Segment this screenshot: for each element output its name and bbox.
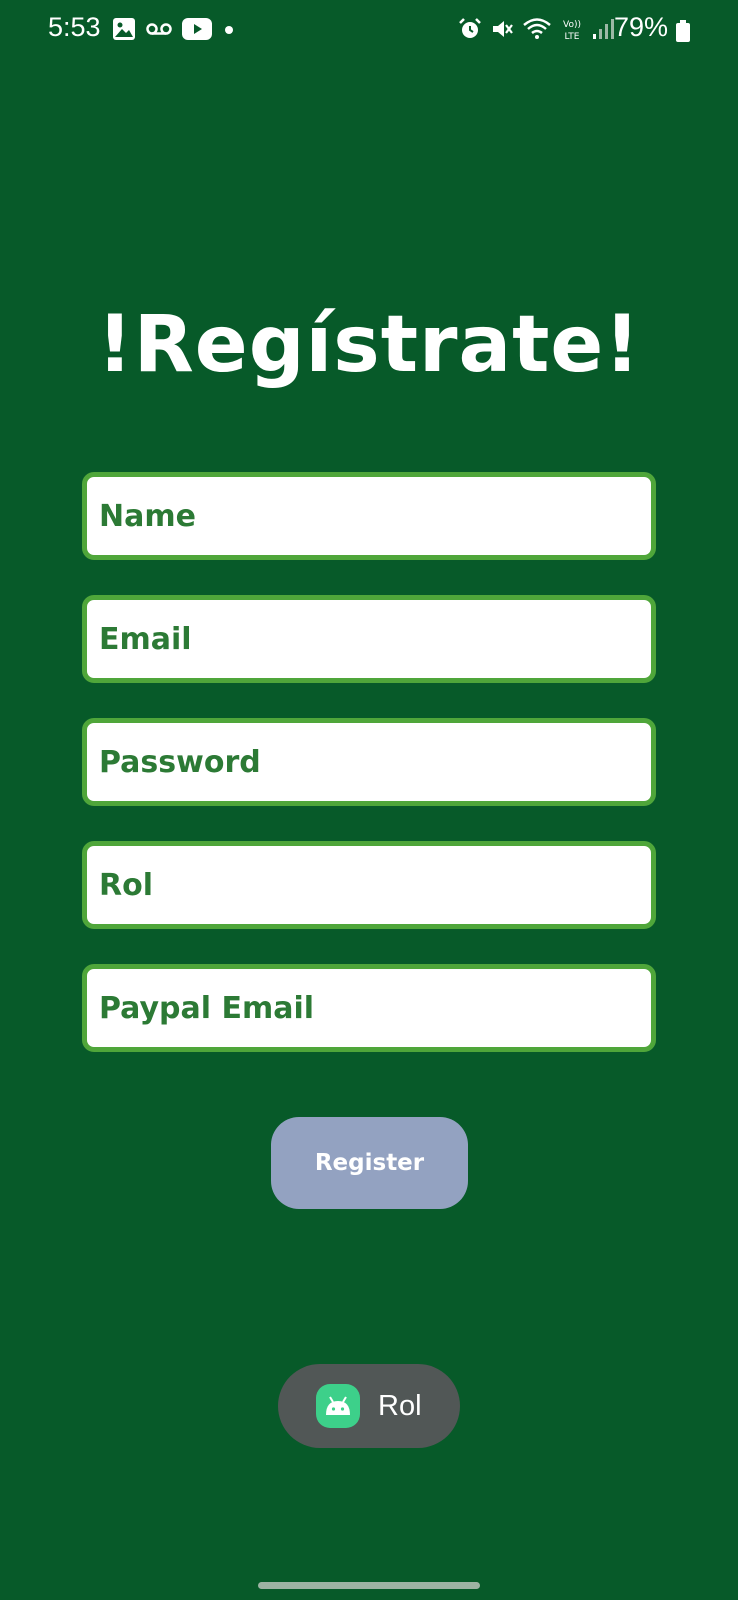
password-field[interactable]: Password	[82, 718, 656, 806]
status-bar: 5:53 Vo)) LTE 79%	[0, 0, 738, 60]
status-right-icons: Vo)) LTE	[458, 16, 614, 46]
battery-icon	[676, 20, 690, 46]
rol-field[interactable]: Rol	[82, 841, 656, 929]
signal-icon	[592, 18, 614, 44]
status-time: 5:53	[48, 12, 101, 42]
paypal-email-field[interactable]: Paypal Email	[82, 964, 656, 1052]
wifi-icon	[522, 17, 552, 45]
alarm-icon	[458, 17, 482, 45]
notification-dot-icon	[222, 22, 236, 41]
paypal-email-placeholder: Paypal Email	[99, 990, 315, 1026]
email-placeholder: Email	[99, 621, 192, 657]
name-placeholder: Name	[99, 498, 196, 534]
android-app-icon	[316, 1384, 360, 1428]
rol-placeholder: Rol	[99, 867, 153, 903]
email-field[interactable]: Email	[82, 595, 656, 683]
password-placeholder: Password	[99, 744, 261, 780]
toast: Rol	[278, 1364, 460, 1448]
toast-text: Rol	[378, 1389, 422, 1422]
svg-text:Vo)): Vo))	[563, 20, 581, 30]
register-screen: 5:53 Vo)) LTE 79% !Regístrate! Name Emai…	[0, 0, 738, 1600]
register-button[interactable]: Register	[271, 1117, 468, 1209]
mute-icon	[490, 17, 514, 45]
status-left-icons	[112, 17, 236, 45]
battery-percent: 79%	[614, 12, 669, 42]
voicemail-icon	[146, 21, 172, 41]
youtube-icon	[182, 18, 212, 44]
svg-text:LTE: LTE	[565, 32, 580, 42]
name-field[interactable]: Name	[82, 472, 656, 560]
gallery-icon	[112, 17, 136, 45]
volte-icon: Vo)) LTE	[560, 16, 584, 46]
page-title: !Regístrate!	[97, 300, 641, 390]
gesture-nav-handle[interactable]	[258, 1582, 480, 1589]
